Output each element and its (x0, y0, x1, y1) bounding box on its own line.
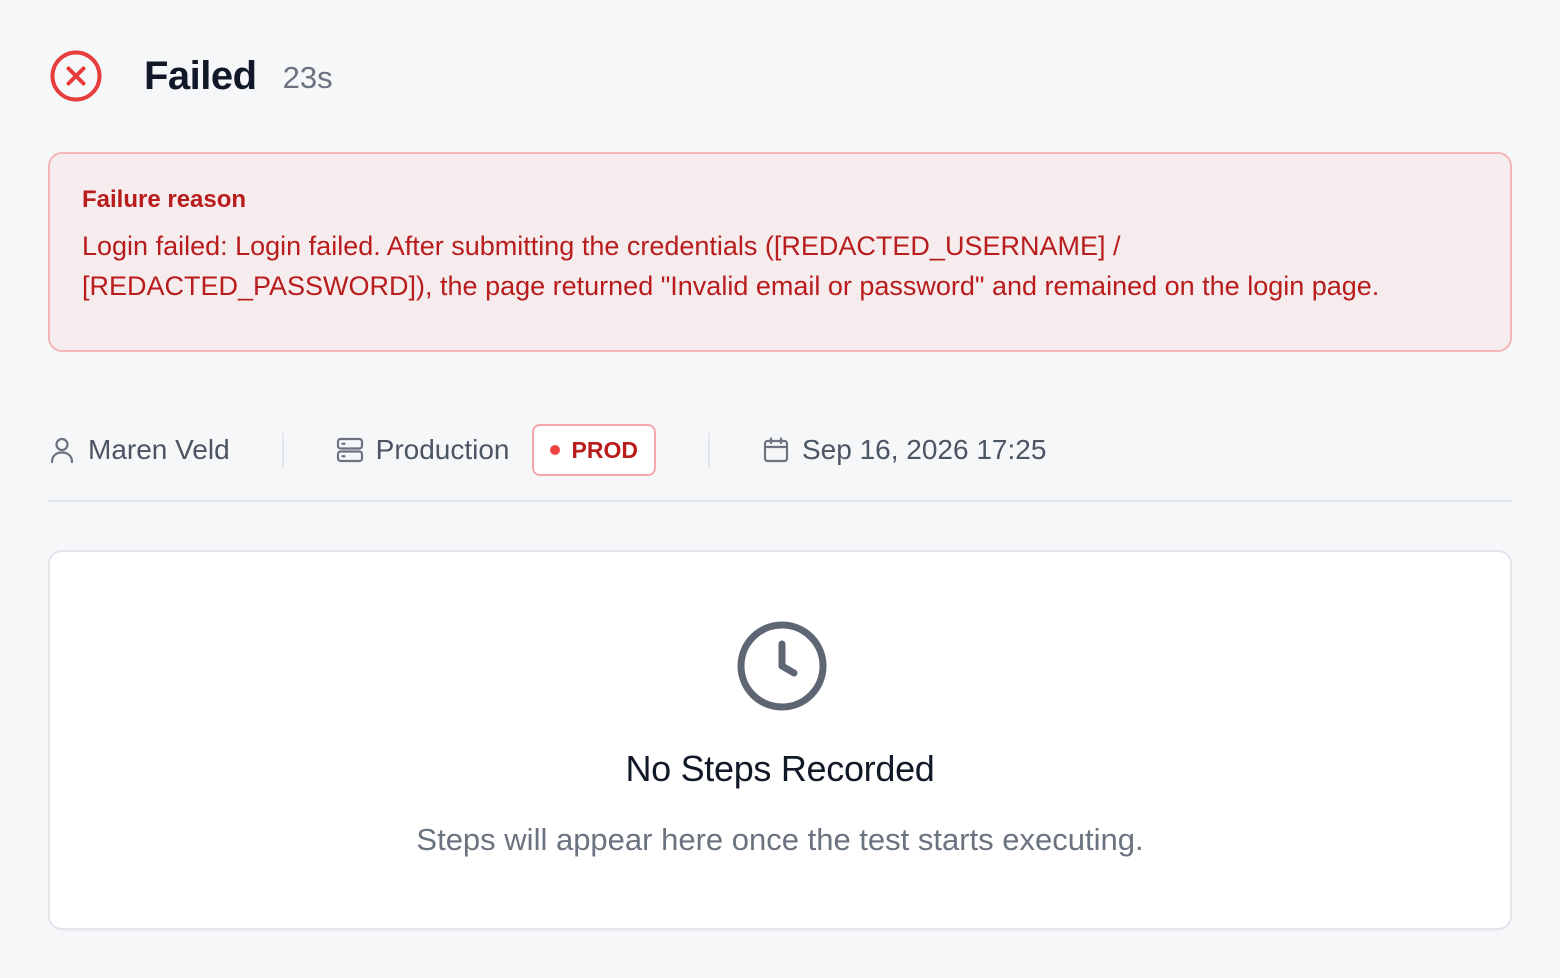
user-name: Maren Veld (88, 434, 230, 465)
section-divider (48, 500, 1512, 502)
failure-reason-label: Failure reason (82, 186, 247, 213)
run-date: Sep 16, 2026 17:25 (801, 434, 1047, 465)
failure-reason-message: Login failed: Login failed. After submit… (82, 231, 1380, 301)
run-duration: 23s (282, 60, 333, 95)
meta-divider (281, 433, 284, 467)
x-circle-icon (48, 48, 104, 104)
server-icon (336, 436, 364, 464)
steps-panel: No Steps Recorded Steps will appear here… (48, 550, 1512, 930)
environment-badge-label: PROD (571, 436, 638, 463)
calendar-icon (762, 436, 790, 464)
empty-state-title: No Steps Recorded (625, 748, 935, 789)
empty-state-subtitle: Steps will appear here once the test sta… (416, 822, 1144, 857)
meta-divider (707, 433, 710, 467)
run-meta-row: Maren Veld Production PROD Sep 16, 2026 … (48, 420, 1512, 480)
clock-icon (736, 620, 828, 712)
meta-user: Maren Veld (48, 434, 230, 466)
failure-reason-panel: Failure reason Login failed: Login faile… (48, 152, 1512, 352)
run-status-header: Failed 23s (48, 48, 333, 104)
user-icon (48, 436, 76, 464)
environment-badge: PROD (531, 424, 656, 476)
environment-name: Production (375, 434, 510, 465)
meta-environment: Production PROD (336, 424, 656, 476)
status-title: Failed (144, 53, 257, 98)
environment-dot (549, 445, 560, 455)
meta-date: Sep 16, 2026 17:25 (762, 434, 1046, 466)
